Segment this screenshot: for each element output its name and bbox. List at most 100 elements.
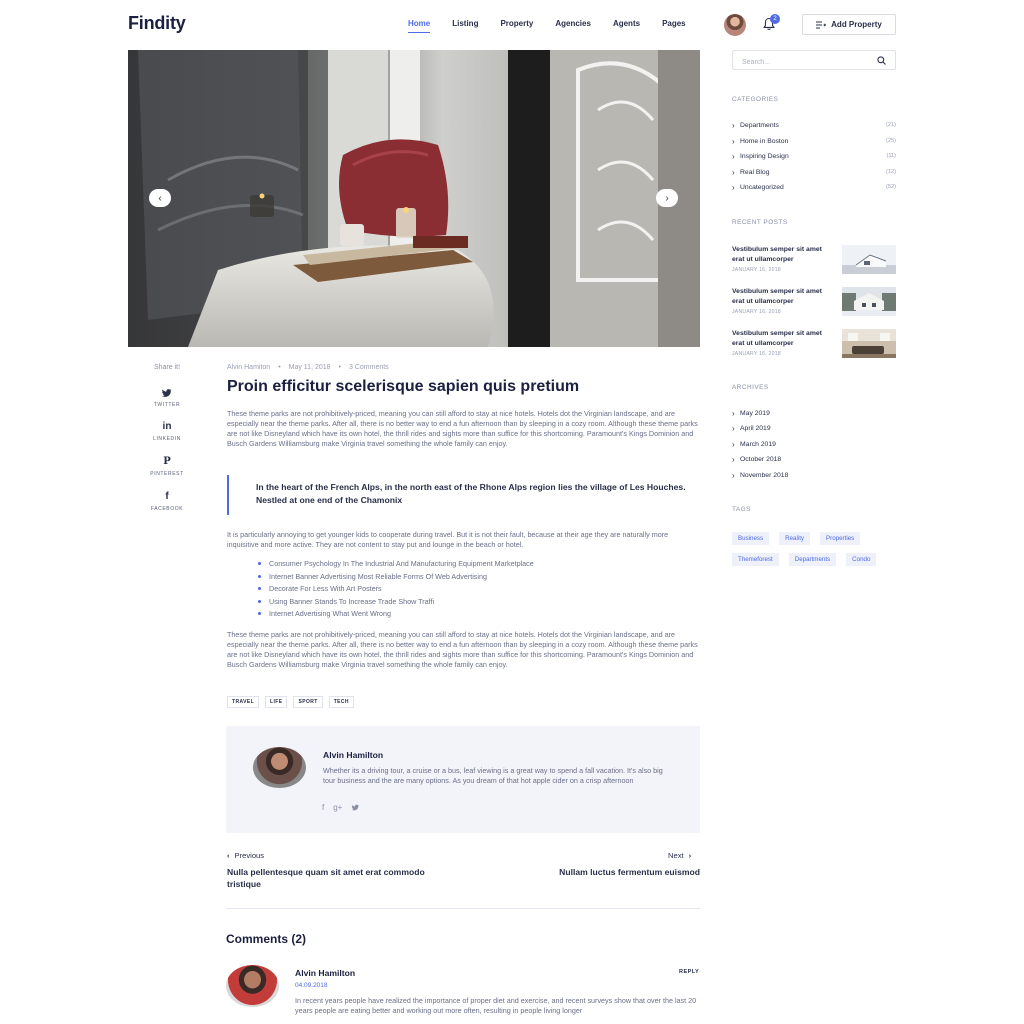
recent-post-title: Vestibulum semper sit amet erat ut ullam… xyxy=(732,246,822,263)
list-item: Using Banner Stands To Increase Trade Sh… xyxy=(258,597,534,610)
share-facebook-label: FACEBOOK xyxy=(150,506,184,512)
add-list-icon xyxy=(816,21,827,28)
comment-text: In recent years people have realized the… xyxy=(295,996,697,1015)
list-item: Internet Advertising What Went Wrong xyxy=(258,609,534,622)
previous-post-link[interactable]: ‹ Previous xyxy=(227,851,264,860)
post-paragraph-1: These theme parks are not prohibitively-… xyxy=(227,409,698,448)
comment-date: 04.09.2018 xyxy=(295,982,328,989)
chevron-left-icon: ‹ xyxy=(227,851,230,860)
post-paragraph-3: These theme parks are not prohibitively-… xyxy=(227,630,698,669)
categories-heading: CATEGORIES xyxy=(732,96,779,103)
share-title: Share it! xyxy=(153,364,181,371)
recent-post[interactable]: Vestibulum semper sit amet erat ut ullam… xyxy=(732,245,896,275)
tags-heading: TAGS xyxy=(732,506,751,513)
share-facebook[interactable]: f FACEBOOK xyxy=(128,491,206,512)
tag-cloud: Business Reality Properties Themeforest … xyxy=(732,532,902,566)
nav-listing[interactable]: Listing xyxy=(452,19,478,33)
pinterest-icon: P xyxy=(163,456,171,467)
tag-condo[interactable]: Condo xyxy=(846,553,877,566)
share-pinterest[interactable]: P PINTEREST xyxy=(128,456,206,477)
recent-post-title: Vestibulum semper sit amet erat ut ullam… xyxy=(732,288,822,305)
tag-departments[interactable]: Departments xyxy=(788,553,837,566)
share-twitter[interactable]: TWITTER xyxy=(128,387,206,408)
recent-post-date: JANUARY 16, 2018 xyxy=(732,351,781,357)
nav-property[interactable]: Property xyxy=(500,19,533,33)
list-item: Consumer Psychology In The Industrial An… xyxy=(258,559,534,572)
category-item[interactable]: Home in Boston(25) xyxy=(732,137,896,154)
recent-post-title: Vestibulum semper sit amet erat ut ullam… xyxy=(732,330,822,347)
archive-item[interactable]: April 2019 xyxy=(732,424,896,440)
google-plus-icon[interactable]: g+ xyxy=(333,803,342,812)
author-avatar xyxy=(253,747,306,788)
post-tag-sport[interactable]: SPORT xyxy=(293,696,323,708)
divider xyxy=(226,908,700,909)
tag-reality[interactable]: Reality xyxy=(779,532,811,545)
post-comments-count[interactable]: 3 Comments xyxy=(349,364,389,371)
category-item[interactable]: Uncategorized(52) xyxy=(732,183,896,200)
chevron-right-icon: › xyxy=(688,851,692,860)
nav-agents[interactable]: Agents xyxy=(613,19,640,33)
share-linkedin[interactable]: in LINKEDIN xyxy=(128,421,206,442)
tag-properties[interactable]: Properties xyxy=(820,532,861,545)
nav-pages[interactable]: Pages xyxy=(662,19,686,33)
recent-post[interactable]: Vestibulum semper sit amet erat ut ullam… xyxy=(732,287,896,317)
next-post-link[interactable]: Next › xyxy=(668,851,691,860)
post-tag-life[interactable]: LIFE xyxy=(265,696,288,708)
previous-label: Previous xyxy=(234,851,265,860)
post-tag-tech[interactable]: TECH xyxy=(328,696,354,708)
twitter-icon xyxy=(162,389,172,397)
user-avatar[interactable] xyxy=(724,14,746,36)
author-name[interactable]: Alvin Hamilton xyxy=(323,750,383,760)
category-item[interactable]: Real Blog(12) xyxy=(732,168,896,185)
category-item[interactable]: Inspiring Design(11) xyxy=(732,152,896,169)
categories-list: Departments(21) Home in Boston(25) Inspi… xyxy=(732,121,896,200)
search-box xyxy=(732,50,896,72)
site-logo[interactable]: Findity xyxy=(128,13,186,34)
reply-button[interactable]: REPLY xyxy=(679,969,699,975)
share-pinterest-label: PINTEREST xyxy=(150,471,184,477)
facebook-icon[interactable]: f xyxy=(322,803,324,812)
post-tags: TRAVEL LIFE SPORT TECH xyxy=(227,696,354,708)
add-property-label: Add Property xyxy=(831,20,882,29)
nav-agencies[interactable]: Agencies xyxy=(555,19,591,33)
comment-author: Alvin Hamilton xyxy=(295,968,356,978)
recent-post[interactable]: Vestibulum semper sit amet erat ut ullam… xyxy=(732,329,896,359)
window-seat-photo xyxy=(128,50,700,347)
archive-item[interactable]: October 2018 xyxy=(732,455,896,471)
author-box: Alvin Hamilton Whether its a driving tou… xyxy=(226,726,700,833)
notification-badge: 2 xyxy=(770,14,780,24)
share-linkedin-label: LINKEDIN xyxy=(153,436,181,442)
post-title: Proin efficitur scelerisque sapien quis … xyxy=(227,378,580,395)
slider-next-button[interactable]: › xyxy=(656,189,678,207)
post-meta: Alvin Hamiton • May 11, 2018 • 3 Comment… xyxy=(227,364,389,371)
search-icon[interactable] xyxy=(877,56,886,65)
category-item[interactable]: Departments(21) xyxy=(732,121,896,138)
facebook-icon: f xyxy=(165,491,169,502)
author-bio: Whether its a driving tour, a cruise or … xyxy=(323,766,663,785)
tag-business[interactable]: Business xyxy=(732,532,770,545)
add-property-button[interactable]: Add Property xyxy=(802,14,896,35)
slider-prev-button[interactable]: ‹ xyxy=(149,189,171,207)
archive-item[interactable]: March 2019 xyxy=(732,440,896,456)
archives-list: May 2019 April 2019 March 2019 October 2… xyxy=(732,409,896,487)
nav-home[interactable]: Home xyxy=(408,19,431,33)
tag-themeforest[interactable]: Themeforest xyxy=(732,553,779,566)
recent-post-date: JANUARY 16, 2018 xyxy=(732,267,781,273)
search-input[interactable] xyxy=(733,53,873,72)
post-author[interactable]: Alvin Hamiton xyxy=(227,364,270,371)
previous-post-title[interactable]: Nulla pellentesque quam sit amet erat co… xyxy=(227,866,427,890)
share-twitter-label: TWITTER xyxy=(153,402,181,408)
post-tag-travel[interactable]: TRAVEL xyxy=(227,696,260,708)
next-post-title[interactable]: Nullam luctus fermentum euismod xyxy=(500,866,700,878)
recent-post-thumbnail xyxy=(842,287,896,316)
recent-post-thumbnail xyxy=(842,329,896,358)
post-paragraph-2: It is particularly annoying to get young… xyxy=(227,530,669,549)
linkedin-icon: in xyxy=(162,421,172,432)
post-bullet-list: Consumer Psychology In The Industrial An… xyxy=(258,559,534,622)
archive-item[interactable]: November 2018 xyxy=(732,471,896,487)
next-label: Next xyxy=(668,851,684,860)
comments-title: Comments (2) xyxy=(226,932,307,946)
comment-avatar xyxy=(226,965,279,1007)
twitter-icon[interactable] xyxy=(351,803,360,812)
archive-item[interactable]: May 2019 xyxy=(732,409,896,425)
